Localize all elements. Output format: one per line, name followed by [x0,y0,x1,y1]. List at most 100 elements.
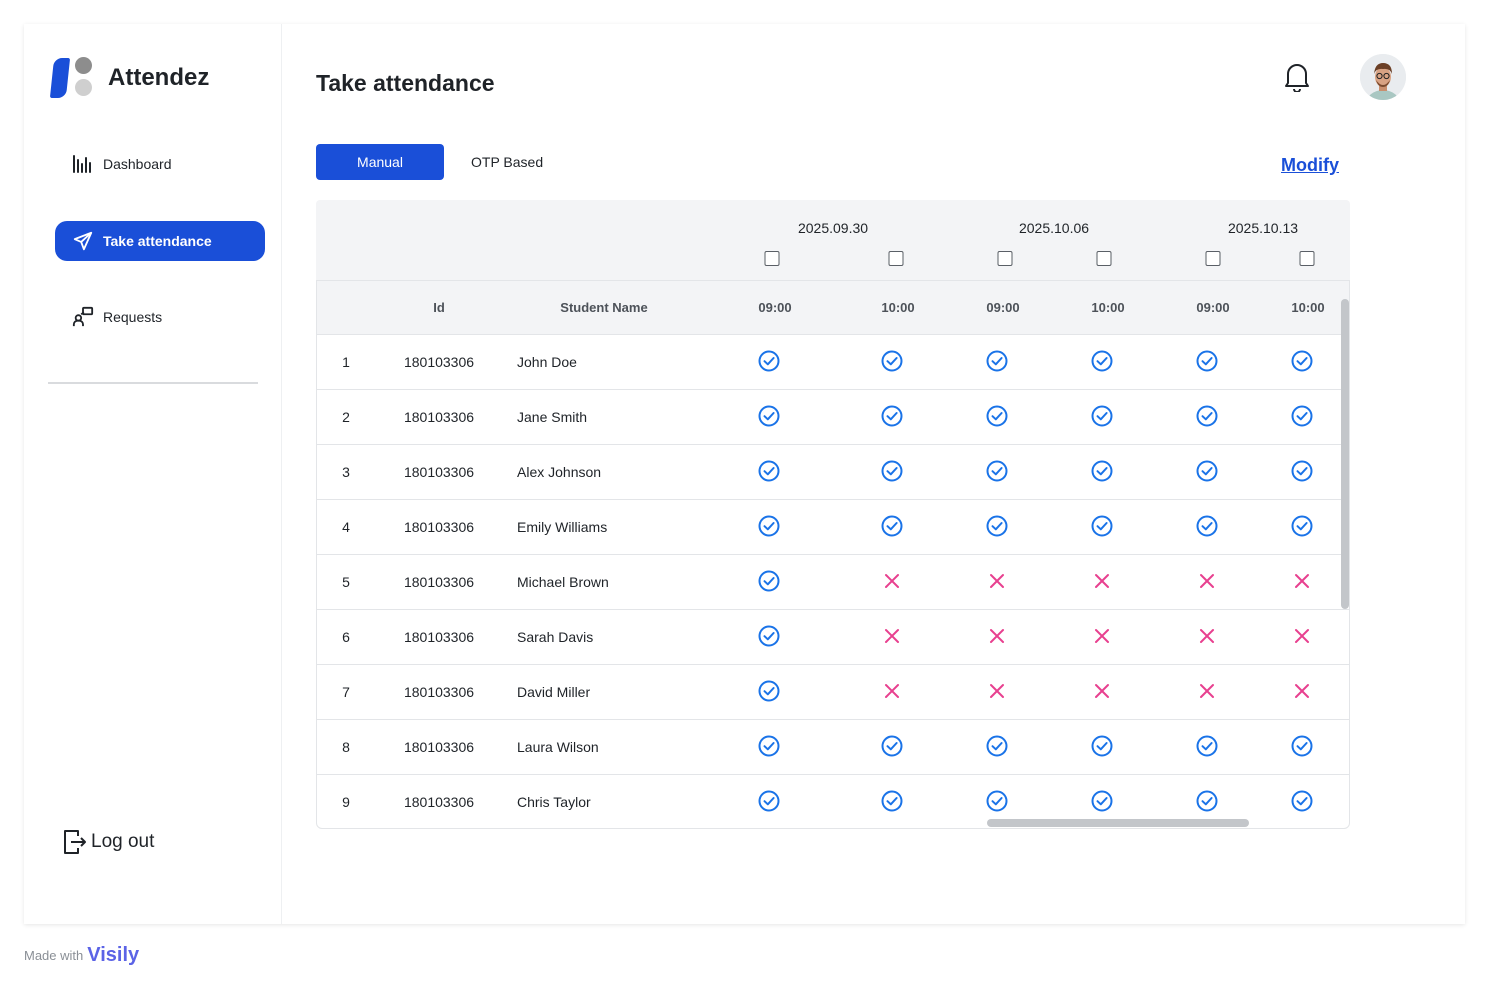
horizontal-scrollbar[interactable] [987,819,1249,827]
present-check-icon[interactable] [986,790,1008,812]
present-check-icon[interactable] [881,405,903,427]
present-check-icon[interactable] [1091,790,1113,812]
present-check-icon[interactable] [758,405,780,427]
present-check-icon[interactable] [1091,405,1113,427]
present-check-icon[interactable] [758,515,780,537]
tab-otp-based[interactable]: OTP Based [444,144,571,180]
sidebar-item-label: Take attendance [103,233,212,249]
made-with-badge: Made with Visily [24,944,139,967]
present-check-icon[interactable] [1196,515,1218,537]
table-row: 2 180103306 Jane Smith [317,390,1349,445]
student-name: David Miller [517,684,591,700]
absent-cross-icon[interactable] [881,570,903,592]
select-column-checkbox[interactable] [997,251,1013,266]
present-check-icon[interactable] [986,460,1008,482]
student-name: Alex Johnson [517,464,602,480]
student-name: John Doe [517,354,577,370]
present-check-icon[interactable] [1091,350,1113,372]
present-check-icon[interactable] [1291,515,1313,537]
table-row: 6 180103306 Sarah Davis [317,610,1349,665]
column-header-time-slot: 10:00 [1291,300,1325,315]
present-check-icon[interactable] [758,350,780,372]
sidebar-item-dashboard[interactable]: Dashboard [55,144,265,184]
present-check-icon[interactable] [1196,405,1218,427]
absent-cross-icon[interactable] [1091,680,1113,702]
select-column-checkbox[interactable] [764,251,780,266]
select-column-checkbox[interactable] [888,251,904,266]
date-label: 2025.10.13 [1227,220,1299,236]
student-id: 180103306 [403,794,475,810]
absent-cross-icon[interactable] [986,570,1008,592]
present-check-icon[interactable] [1291,405,1313,427]
row-number: 8 [342,739,350,755]
row-number: 5 [342,574,350,590]
student-id: 180103306 [403,739,475,755]
visily-brand: Visily [87,944,140,966]
present-check-icon[interactable] [1091,460,1113,482]
present-check-icon[interactable] [758,735,780,757]
row-number: 3 [342,464,350,480]
select-column-checkbox[interactable] [1205,251,1221,266]
student-id: 180103306 [403,354,475,370]
student-id: 180103306 [403,574,475,590]
table-row: 7 180103306 David Miller [317,665,1349,720]
present-check-icon[interactable] [1196,790,1218,812]
present-check-icon[interactable] [881,515,903,537]
sidebar-item-requests[interactable]: Requests [55,297,265,337]
present-check-icon[interactable] [881,790,903,812]
logout-button[interactable]: Log out [62,828,154,856]
present-check-icon[interactable] [1291,460,1313,482]
present-check-icon[interactable] [1291,735,1313,757]
present-check-icon[interactable] [758,680,780,702]
modify-link[interactable]: Modify [1281,155,1339,176]
tab-manual[interactable]: Manual [316,144,444,180]
present-check-icon[interactable] [986,350,1008,372]
absent-cross-icon[interactable] [1196,680,1218,702]
send-icon [71,229,95,253]
present-check-icon[interactable] [758,790,780,812]
date-header-band: 2025.09.30 2025.10.06 2025.10.13 [316,200,1350,280]
column-header-time-slot: 09:00 [1196,300,1230,315]
absent-cross-icon[interactable] [1091,570,1113,592]
absent-cross-icon[interactable] [881,680,903,702]
present-check-icon[interactable] [1291,790,1313,812]
logo-mark-icon [49,56,96,100]
sidebar-item-take-attendance[interactable]: Take attendance [55,221,265,261]
attendance-table: 2025.09.30 2025.10.06 2025.10.13 Id Studen… [316,200,1350,829]
absent-cross-icon[interactable] [986,625,1008,647]
absent-cross-icon[interactable] [1291,680,1313,702]
absent-cross-icon[interactable] [1291,625,1313,647]
absent-cross-icon[interactable] [881,625,903,647]
absent-cross-icon[interactable] [1091,625,1113,647]
absent-cross-icon[interactable] [1196,570,1218,592]
present-check-icon[interactable] [986,405,1008,427]
student-id: 180103306 [403,519,475,535]
absent-cross-icon[interactable] [1196,625,1218,647]
select-column-checkbox[interactable] [1299,251,1315,266]
vertical-scrollbar[interactable] [1341,299,1349,609]
row-number: 1 [342,354,350,370]
present-check-icon[interactable] [986,515,1008,537]
present-check-icon[interactable] [1291,350,1313,372]
absent-cross-icon[interactable] [1291,570,1313,592]
present-check-icon[interactable] [881,735,903,757]
present-check-icon[interactable] [758,570,780,592]
absent-cross-icon[interactable] [986,680,1008,702]
present-check-icon[interactable] [1196,735,1218,757]
present-check-icon[interactable] [758,625,780,647]
present-check-icon[interactable] [1091,515,1113,537]
present-check-icon[interactable] [986,735,1008,757]
present-check-icon[interactable] [881,460,903,482]
present-check-icon[interactable] [881,350,903,372]
present-check-icon[interactable] [1196,460,1218,482]
logout-icon [62,828,88,856]
present-check-icon[interactable] [758,460,780,482]
present-check-icon[interactable] [1091,735,1113,757]
user-avatar[interactable] [1360,54,1406,100]
row-number: 9 [342,794,350,810]
present-check-icon[interactable] [1196,350,1218,372]
notifications-bell-icon[interactable] [1282,60,1312,93]
column-header-time-slot: 10:00 [1091,300,1125,315]
student-name: Michael Brown [517,574,609,590]
select-column-checkbox[interactable] [1096,251,1112,266]
